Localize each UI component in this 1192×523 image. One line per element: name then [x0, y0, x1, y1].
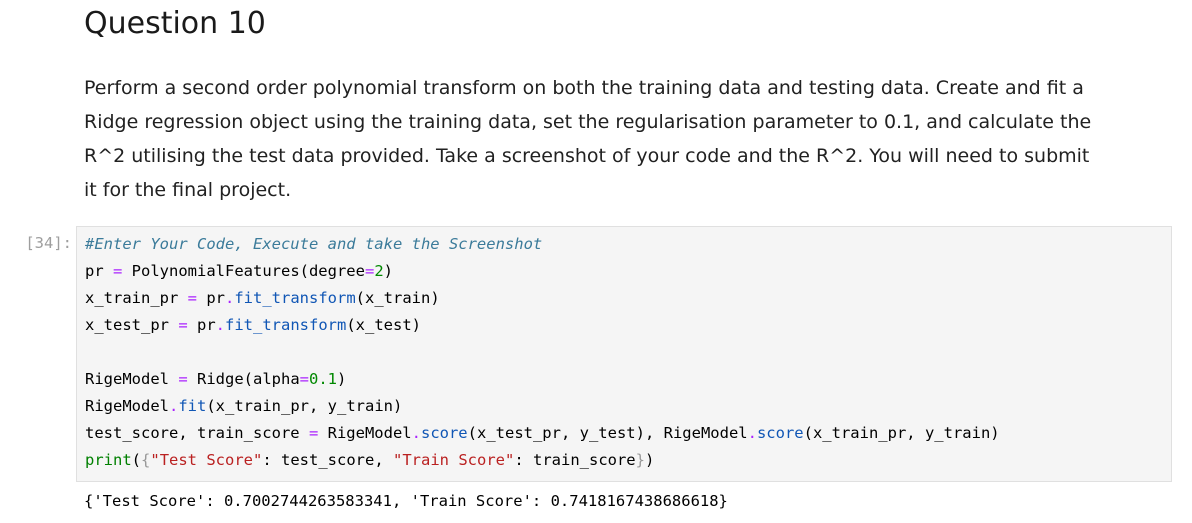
code-line: print({"Test Score": test_score, "Train …: [85, 447, 1171, 474]
code-token: pr: [187, 316, 216, 334]
code-token: score: [756, 424, 804, 442]
code-token: }: [635, 451, 645, 469]
description-line: R^2 utilising the test data provided. Ta…: [84, 145, 1090, 167]
code-token: ): [645, 451, 655, 469]
code-token: =: [308, 424, 319, 442]
code-token: RigeModel: [318, 424, 412, 442]
code-token: (x_test_pr, y_test), RigeModel: [467, 424, 748, 442]
code-token: RigeModel: [85, 397, 169, 415]
code-token: {: [141, 451, 151, 469]
code-token: .: [411, 424, 421, 442]
code-token: x_test_pr: [85, 316, 179, 334]
code-token: =: [113, 262, 123, 280]
code-token: .: [225, 289, 235, 307]
code-token: fit_transform: [234, 289, 356, 307]
code-token: (: [131, 451, 142, 469]
cell-output: {'Test Score': 0.7002744263583341, 'Trai…: [84, 492, 728, 510]
code-line: x_train_pr = pr.fit_transform(x_train): [85, 285, 1171, 312]
code-token: (x_train): [355, 289, 440, 307]
code-token: PolynomialFeatures(degree: [122, 262, 365, 280]
code-token: : test_score,: [262, 451, 393, 469]
question-description: Perform a second order polynomial transf…: [84, 71, 1144, 207]
code-token: ): [337, 370, 347, 388]
code-token: 0.1: [309, 370, 337, 388]
code-token: pr: [85, 262, 113, 280]
code-token: 2: [374, 262, 384, 280]
code-line: pr = PolynomialFeatures(degree=2): [85, 258, 1171, 285]
code-token: =: [299, 370, 309, 388]
code-token: fit_transform: [225, 316, 347, 334]
code-token: fit: [178, 397, 207, 415]
question-heading: Question 10: [84, 6, 266, 41]
code-token: x_train_pr: [85, 289, 188, 307]
code-line: RigeModel.fit(x_train_pr, y_train): [85, 393, 1171, 420]
code-token: test_score, train_score: [85, 424, 309, 442]
code-token: .: [215, 316, 226, 334]
code-editor[interactable]: #Enter Your Code, Execute and take the S…: [76, 226, 1172, 482]
code-token: .: [747, 424, 757, 442]
description-line: Perform a second order polynomial transf…: [84, 77, 1084, 99]
code-token: : train_score: [514, 451, 636, 469]
code-token: Ridge(alpha: [187, 370, 300, 388]
code-line: #Enter Your Code, Execute and take the S…: [85, 231, 1171, 258]
code-token: #Enter Your Code, Execute and take the S…: [85, 235, 543, 253]
code-token: =: [178, 316, 188, 334]
code-token: print: [85, 451, 132, 469]
code-token: ): [383, 262, 394, 280]
code-token: RigeModel: [85, 370, 179, 388]
code-token: .: [169, 397, 179, 415]
code-line: RigeModel = Ridge(alpha=0.1): [85, 366, 1171, 393]
code-token: (x_train_pr, y_train): [206, 397, 403, 415]
code-token: (x_train_pr, y_train): [803, 424, 1000, 442]
code-token: pr: [197, 289, 225, 307]
code-token: score: [420, 424, 468, 442]
execution-count-prompt: [34]:: [25, 234, 72, 252]
description-line: it for the final project.: [84, 179, 292, 201]
code-line: x_test_pr = pr.fit_transform(x_test): [85, 312, 1171, 339]
code-line: test_score, train_score = RigeModel.scor…: [85, 420, 1171, 447]
markdown-cell[interactable]: Question 10 Perform a second order polyn…: [84, 0, 1174, 207]
description-line: Ridge regression object using the traini…: [84, 111, 1092, 133]
code-token: (x_test): [346, 316, 421, 334]
code-token: "Test Score": [150, 451, 263, 469]
code-token: "Train Score": [393, 451, 515, 469]
code-token: =: [187, 289, 197, 307]
code-token: =: [364, 262, 375, 280]
code-token: =: [178, 370, 188, 388]
